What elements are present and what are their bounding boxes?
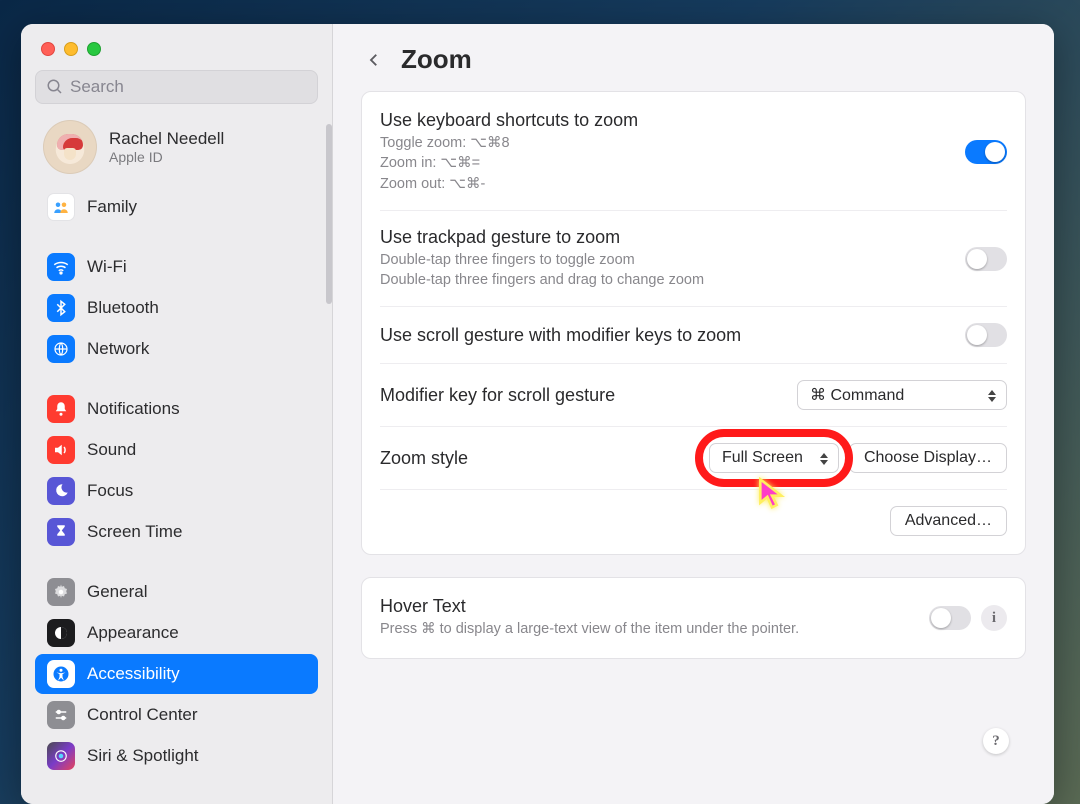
button-label: Choose Display… <box>864 449 992 467</box>
minimize-window-button[interactable] <box>64 42 78 56</box>
desc-line: Double-tap three fingers to toggle zoom <box>380 250 951 270</box>
row-scroll-modifier: Use scroll gesture with modifier keys to… <box>380 306 1007 363</box>
sidebar-item-label: General <box>87 582 147 602</box>
sidebar-item-label: Screen Time <box>87 522 182 542</box>
family-icon <box>47 193 75 221</box>
pane-header: Zoom <box>333 24 1054 91</box>
sidebar-item-label: Family <box>87 197 137 217</box>
fullscreen-window-button[interactable] <box>87 42 101 56</box>
desc-line: Double-tap three fingers and drag to cha… <box>380 270 951 290</box>
row-keyboard-shortcuts: Use keyboard shortcuts to zoom Toggle zo… <box>380 94 1007 210</box>
moon-icon <box>47 477 75 505</box>
chevron-updown-icon <box>816 449 832 469</box>
sidebar-item-bluetooth[interactable]: Bluetooth <box>35 288 318 328</box>
speaker-icon <box>47 436 75 464</box>
sidebar-item-accessibility[interactable]: Accessibility <box>35 654 318 694</box>
row-title: Modifier key for scroll gesture <box>380 385 783 406</box>
bluetooth-icon <box>47 294 75 322</box>
sidebar-item-label: Notifications <box>87 399 180 419</box>
sidebar-item-focus[interactable]: Focus <box>35 471 318 511</box>
sidebar-item-controlcenter[interactable]: Control Center <box>35 695 318 735</box>
row-title: Use scroll gesture with modifier keys to… <box>380 325 951 346</box>
accessibility-icon <box>47 660 75 688</box>
sidebar-item-label: Network <box>87 339 149 359</box>
row-zoom-style: Zoom style Full Screen Choose Display… <box>380 426 1007 489</box>
search-input[interactable] <box>70 77 307 97</box>
account-sub: Apple ID <box>109 149 224 165</box>
mushroom-icon <box>57 134 83 160</box>
info-button[interactable]: i <box>981 605 1007 631</box>
sidebar: Rachel Needell Apple ID Family Wi-Fi <box>21 24 333 804</box>
sidebar-item-family[interactable]: Family <box>35 187 318 227</box>
search-icon <box>46 78 64 96</box>
gear-icon <box>47 578 75 606</box>
siri-icon <box>47 742 75 770</box>
select-value: ⌘ Command <box>810 385 904 405</box>
help-button[interactable]: ? <box>983 728 1009 754</box>
appearance-icon <box>47 619 75 647</box>
row-title: Hover Text <box>380 596 915 617</box>
wifi-icon <box>47 253 75 281</box>
sidebar-item-label: Appearance <box>87 623 179 643</box>
zoom-style-select[interactable]: Full Screen <box>709 443 839 473</box>
hover-text-group: Hover Text Press ⌘ to display a large-te… <box>361 577 1026 658</box>
sidebar-item-general[interactable]: General <box>35 572 318 612</box>
button-label: Advanced… <box>905 512 992 530</box>
sidebar-item-sound[interactable]: Sound <box>35 430 318 470</box>
row-modifier-key: Modifier key for scroll gesture ⌘ Comman… <box>380 363 1007 426</box>
row-title: Use trackpad gesture to zoom <box>380 227 951 248</box>
toggle-hover-text[interactable] <box>929 606 971 630</box>
toggle-scroll-modifier[interactable] <box>965 323 1007 347</box>
sidebar-item-wifi[interactable]: Wi-Fi <box>35 247 318 287</box>
globe-icon <box>47 335 75 363</box>
sidebar-item-label: Focus <box>87 481 133 501</box>
shortcut-line: Zoom in: ⌥⌘= <box>380 153 951 173</box>
advanced-button[interactable]: Advanced… <box>890 506 1007 536</box>
bell-icon <box>47 395 75 423</box>
traffic-lights <box>21 36 332 70</box>
apple-id-account[interactable]: Rachel Needell Apple ID <box>21 116 332 184</box>
chevron-updown-icon <box>984 386 1000 406</box>
choose-display-button[interactable]: Choose Display… <box>849 443 1007 473</box>
sliders-icon <box>47 701 75 729</box>
shortcut-line: Zoom out: ⌥⌘- <box>380 174 951 194</box>
toggle-trackpad-gesture[interactable] <box>965 247 1007 271</box>
sidebar-item-notifications[interactable]: Notifications <box>35 389 318 429</box>
shortcut-line: Toggle zoom: ⌥⌘8 <box>380 133 951 153</box>
row-trackpad-gesture: Use trackpad gesture to zoom Double-tap … <box>380 210 1007 307</box>
sidebar-item-label: Wi-Fi <box>87 257 127 277</box>
sidebar-item-screentime[interactable]: Screen Time <box>35 512 318 552</box>
account-name: Rachel Needell <box>109 129 224 149</box>
select-value: Full Screen <box>722 449 803 467</box>
back-button[interactable] <box>361 47 387 73</box>
row-advanced: Advanced… <box>380 489 1007 552</box>
sidebar-item-siri[interactable]: Siri & Spotlight <box>35 736 318 776</box>
sidebar-item-label: Bluetooth <box>87 298 159 318</box>
row-desc: Press ⌘ to display a large-text view of … <box>380 619 915 639</box>
avatar <box>43 120 97 174</box>
toggle-keyboard-shortcuts[interactable] <box>965 140 1007 164</box>
row-hover-text: Hover Text Press ⌘ to display a large-te… <box>380 580 1007 655</box>
sidebar-item-network[interactable]: Network <box>35 329 318 369</box>
row-title: Zoom style <box>380 448 695 469</box>
sidebar-item-appearance[interactable]: Appearance <box>35 613 318 653</box>
scrollbar[interactable] <box>326 124 332 304</box>
settings-window: Rachel Needell Apple ID Family Wi-Fi <box>21 24 1054 804</box>
sidebar-item-label: Control Center <box>87 705 198 725</box>
sidebar-item-label: Accessibility <box>87 664 180 684</box>
search-field[interactable] <box>35 70 318 104</box>
zoom-settings-group: Use keyboard shortcuts to zoom Toggle zo… <box>361 91 1026 555</box>
page-title: Zoom <box>401 44 472 75</box>
close-window-button[interactable] <box>41 42 55 56</box>
row-title: Use keyboard shortcuts to zoom <box>380 110 951 131</box>
content-pane: Zoom Use keyboard shortcuts to zoom Togg… <box>333 24 1054 804</box>
sidebar-item-label: Siri & Spotlight <box>87 746 199 766</box>
hourglass-icon <box>47 518 75 546</box>
sidebar-item-label: Sound <box>87 440 136 460</box>
modifier-key-select[interactable]: ⌘ Command <box>797 380 1007 410</box>
